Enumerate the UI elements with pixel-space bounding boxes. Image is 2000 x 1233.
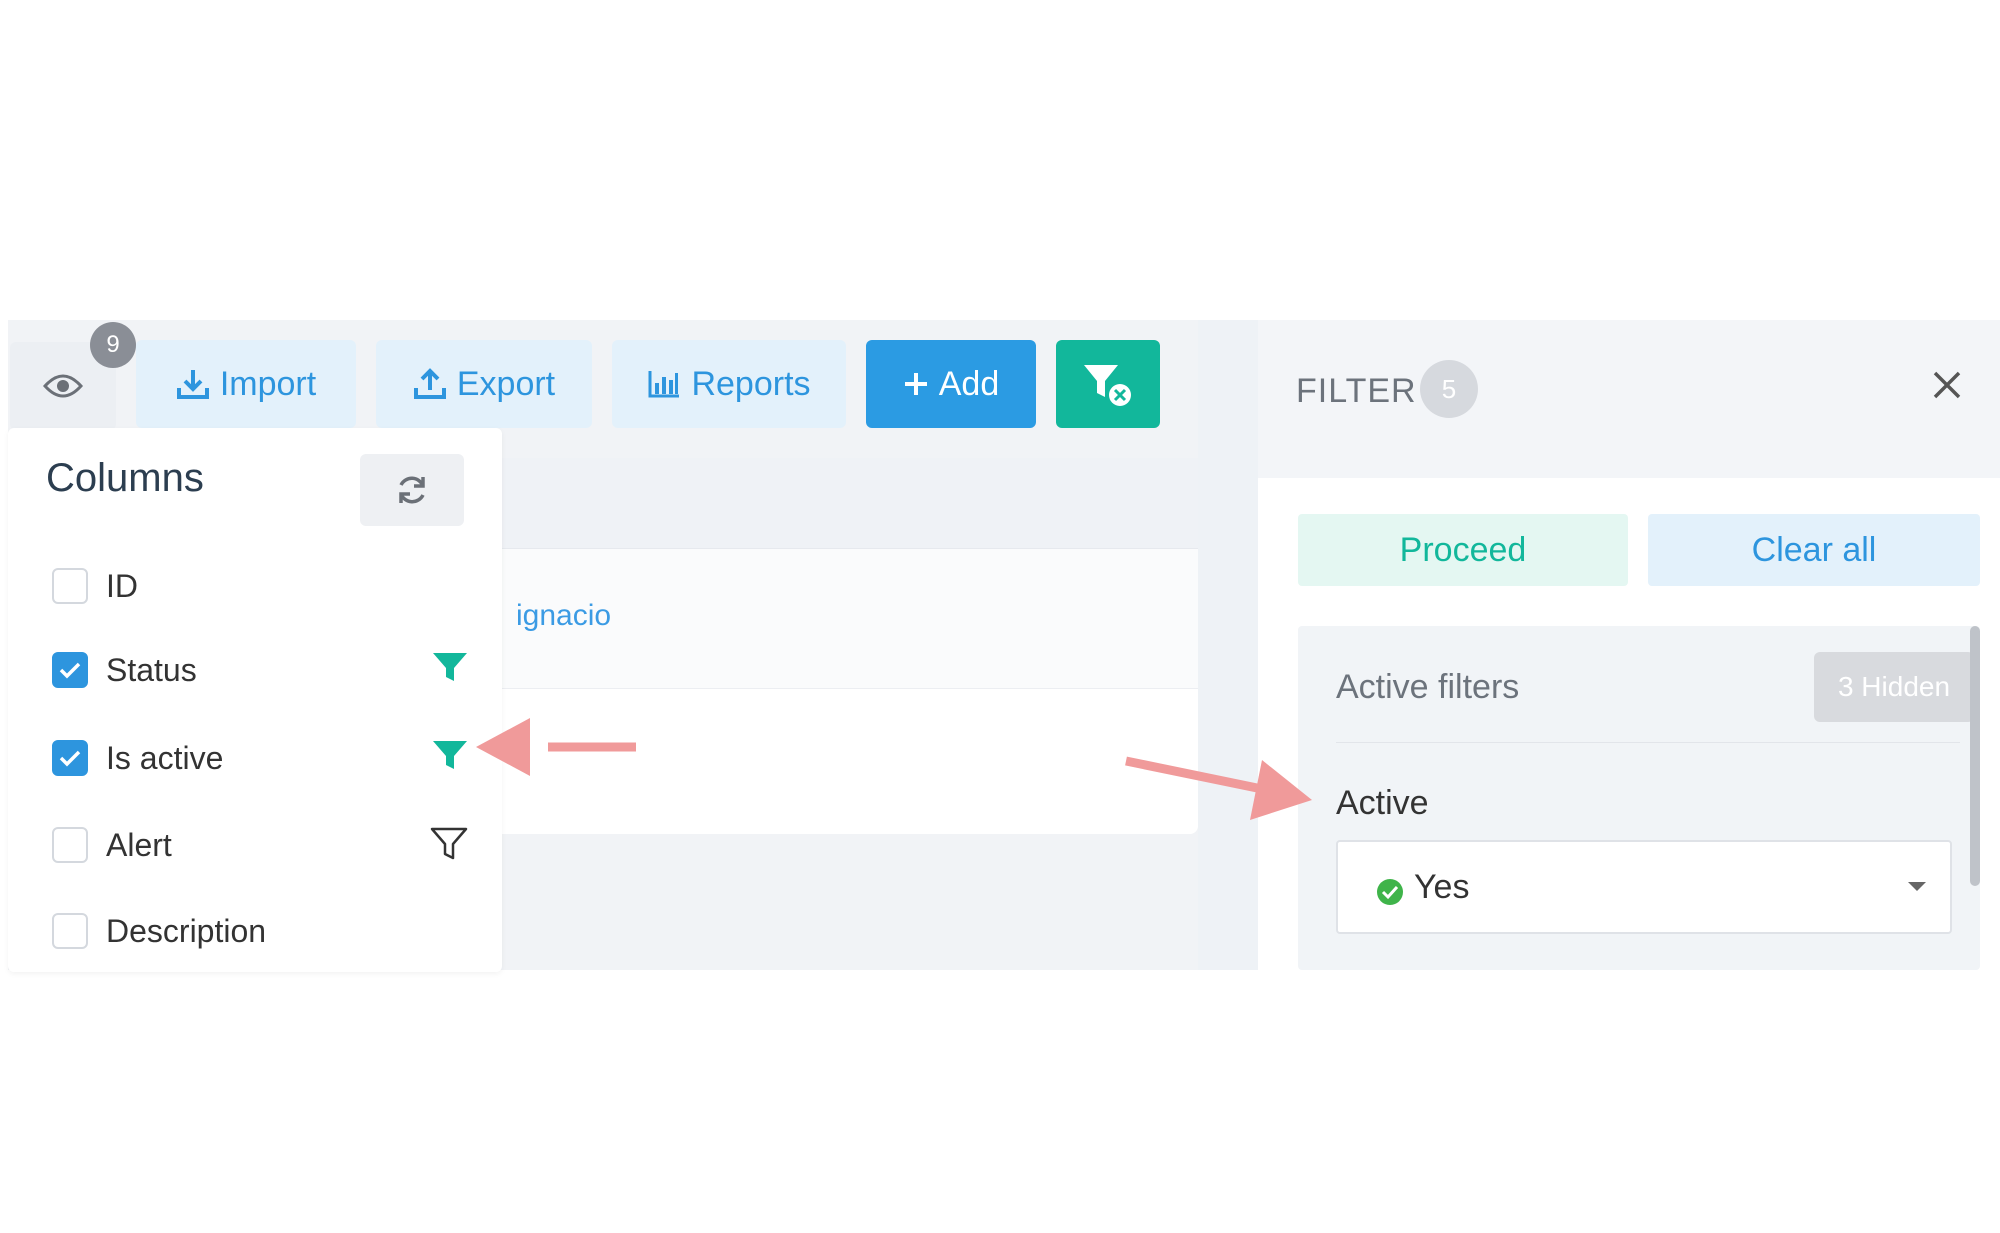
reports-button[interactable]: Reports [612, 340, 846, 428]
proceed-button[interactable]: Proceed [1298, 514, 1628, 586]
add-label: Add [938, 364, 1000, 403]
check-circle-icon [1377, 879, 1403, 905]
filter-clear-icon [1084, 365, 1131, 406]
import-label: Import [219, 364, 317, 403]
table-row[interactable]: ignacio [480, 548, 1198, 688]
table-header [480, 458, 1198, 548]
filter-toggle-button[interactable] [1056, 340, 1160, 428]
export-label: Export [456, 364, 556, 403]
column-item-status[interactable]: Status [52, 645, 472, 695]
scrollbar[interactable] [1970, 626, 1980, 886]
hidden-filters-badge[interactable]: 3 Hidden [1814, 652, 1974, 722]
upload-icon [413, 368, 446, 399]
column-checkbox[interactable] [52, 568, 88, 604]
active-select-value: Yes [1414, 868, 1470, 906]
active-field-label: Active [1336, 784, 1429, 822]
column-label: Description [106, 912, 267, 949]
filter-outline-icon[interactable] [430, 826, 468, 867]
export-button[interactable]: Export [376, 340, 592, 428]
filter-panel: FILTER 5 Proceed Clear all Active filter… [1258, 320, 2000, 970]
column-item-is-active[interactable]: Is active [52, 733, 472, 783]
columns-title: Columns [46, 456, 204, 500]
clear-all-button[interactable]: Clear all [1648, 514, 1980, 586]
reports-label: Reports [691, 364, 811, 403]
filter-active-icon[interactable] [432, 739, 468, 778]
filter-title: FILTER [1296, 372, 1417, 410]
filter-count-badge: 5 [1420, 360, 1478, 418]
divider [1336, 742, 1960, 743]
refresh-icon [399, 476, 425, 504]
column-label: ID [106, 567, 138, 604]
app-screen: ignacio 9 Import Export Reports Add Colu… [0, 0, 2000, 1233]
close-icon[interactable] [1932, 364, 1962, 408]
check-icon [59, 662, 81, 679]
table-row[interactable] [480, 688, 1198, 834]
filter-header: FILTER 5 [1258, 320, 2000, 478]
column-label: Alert [106, 826, 172, 863]
active-filters-title: Active filters [1336, 668, 1520, 706]
column-label: Is active [106, 739, 224, 776]
column-checkbox[interactable] [52, 827, 88, 863]
column-checkbox[interactable] [52, 913, 88, 949]
eye-icon [43, 374, 83, 398]
check-icon [59, 750, 81, 767]
chevron-down-icon [1908, 882, 1926, 891]
active-filters-box: Active filters 3 Hidden Active Yes [1298, 626, 1980, 970]
plus-icon [904, 373, 927, 395]
column-item-description[interactable]: Description [52, 906, 472, 956]
column-checkbox[interactable] [52, 652, 88, 688]
columns-popup: Columns ID Status Is active Alert Descri… [8, 428, 502, 972]
import-button[interactable]: Import [136, 340, 356, 428]
user-link[interactable]: ignacio [516, 599, 611, 633]
columns-count-badge: 9 [90, 322, 136, 368]
column-item-id[interactable]: ID [52, 561, 472, 611]
add-button[interactable]: Add [866, 340, 1036, 428]
column-label: Status [106, 651, 197, 688]
reset-columns-button[interactable] [360, 454, 464, 526]
active-select[interactable]: Yes [1336, 840, 1952, 934]
download-icon [176, 370, 209, 399]
column-item-alert[interactable]: Alert [52, 820, 472, 870]
filter-active-icon[interactable] [432, 651, 468, 690]
bar-chart-icon [648, 371, 680, 398]
column-checkbox[interactable] [52, 740, 88, 776]
